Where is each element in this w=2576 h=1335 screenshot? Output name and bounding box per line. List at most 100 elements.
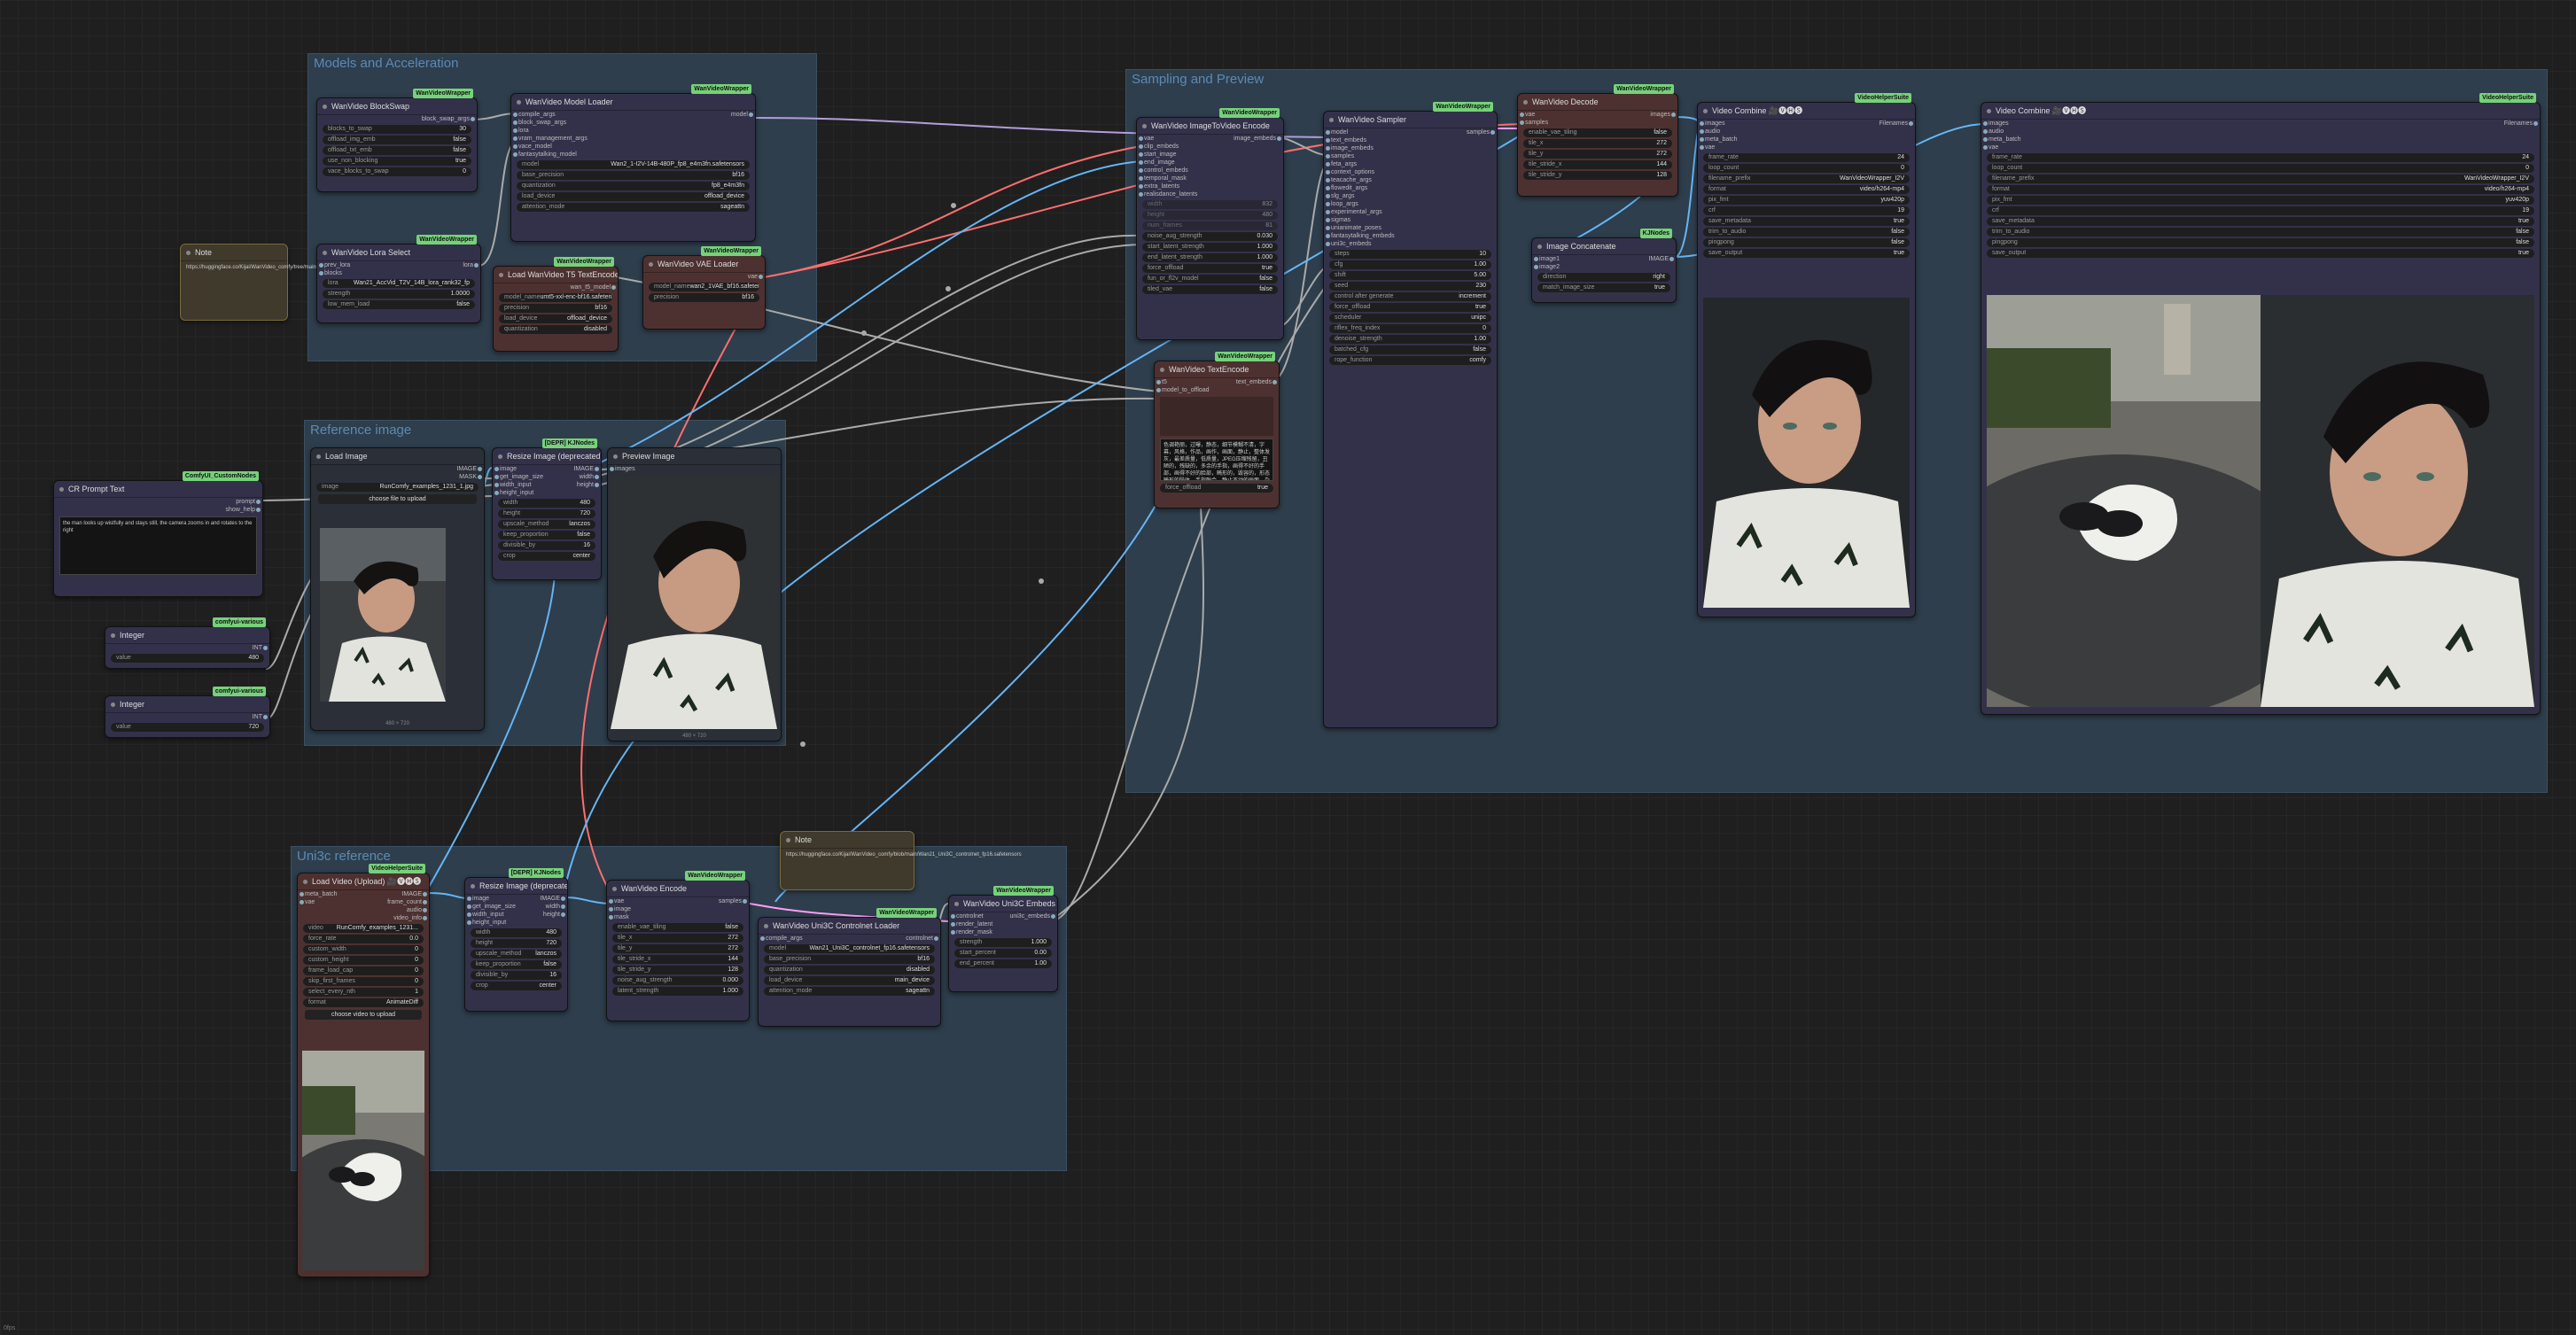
input-port[interactable]: control_embeds bbox=[1137, 167, 1204, 175]
input-port[interactable]: vae bbox=[1981, 144, 2028, 151]
widget[interactable]: attention_mode sageattn bbox=[517, 203, 750, 212]
output-port[interactable]: IMAGE bbox=[380, 890, 429, 898]
output-port[interactable]: IMAGE bbox=[311, 465, 484, 473]
widget[interactable]: tile_y 272 bbox=[1523, 150, 1672, 159]
widget[interactable]: crf 19 bbox=[1987, 206, 2534, 215]
output-port[interactable]: prompt bbox=[54, 498, 262, 506]
widget[interactable]: tile_stride_x 144 bbox=[1523, 160, 1672, 169]
output-port[interactable]: IMAGE bbox=[1641, 255, 1676, 263]
widget[interactable]: trim_to_audio false bbox=[1703, 228, 1910, 237]
output-port[interactable]: images bbox=[1643, 111, 1677, 119]
output-port[interactable]: MASK bbox=[311, 473, 484, 481]
node-model-loader[interactable]: WanVideoWrapper WanVideo Model Loader co… bbox=[510, 84, 756, 242]
input-port[interactable]: temporal_mask bbox=[1137, 175, 1204, 182]
widget[interactable]: frame_load_cap 0 bbox=[303, 966, 424, 975]
widget[interactable]: height 720 bbox=[471, 939, 562, 948]
widget[interactable]: rope_function comfy bbox=[1329, 356, 1491, 365]
widget[interactable]: start_percent 0.00 bbox=[954, 949, 1052, 958]
widget[interactable]: width 832 bbox=[1142, 200, 1278, 209]
widget[interactable]: quantization fp8_e4m3fn bbox=[517, 182, 750, 190]
node-title[interactable]: CR Prompt Text bbox=[54, 481, 262, 498]
input-port[interactable]: image bbox=[607, 905, 638, 913]
widget[interactable]: filename_prefix WanVideoWrapper_I2V bbox=[1703, 175, 1910, 183]
node-preview-image[interactable]: Preview Image images 480 × 720 bbox=[607, 447, 782, 741]
input-port[interactable]: images bbox=[608, 465, 781, 473]
output-port[interactable]: wan_t5_model bbox=[494, 283, 618, 291]
widget[interactable]: filename_prefix WanVideoWrapper_I2V bbox=[1987, 175, 2534, 183]
widget[interactable]: end_latent_strength 1.000 bbox=[1142, 253, 1278, 262]
output-port[interactable]: controlnet bbox=[899, 935, 940, 943]
input-port[interactable]: vram_management_args bbox=[511, 135, 595, 143]
node-resize-image[interactable]: [DEPR] KJNodes Resize Image (deprecated)… bbox=[492, 439, 602, 580]
widget[interactable]: batched_cfg false bbox=[1329, 345, 1491, 354]
widget[interactable]: save_metadata true bbox=[1703, 217, 1910, 226]
input-port[interactable]: height_input bbox=[493, 489, 550, 497]
widget[interactable]: lora Wan21_AccVid_T2V_14B_lora_rank32_fp bbox=[323, 279, 475, 288]
widget[interactable]: format AnimateDiff bbox=[303, 998, 424, 1007]
widget[interactable]: match_image_size true bbox=[1537, 283, 1670, 292]
widget[interactable]: frame_rate 24 bbox=[1987, 153, 2534, 162]
node-title[interactable]: WanVideo ImageToVideo Encode bbox=[1137, 118, 1283, 135]
widget[interactable]: model_namewan2_1VAE_bf16.safetensors bbox=[649, 283, 759, 291]
input-port[interactable]: render_latent bbox=[949, 920, 1000, 928]
output-port[interactable]: text_embeds bbox=[1229, 378, 1279, 386]
widget[interactable]: precision bf16 bbox=[649, 293, 759, 302]
node-title[interactable]: Integer bbox=[105, 696, 269, 713]
input-port[interactable]: image_embeds bbox=[1324, 144, 1402, 152]
output-port[interactable]: frame_count bbox=[380, 898, 429, 906]
input-port[interactable]: model_to_offload bbox=[1155, 386, 1217, 394]
input-port[interactable]: model bbox=[1324, 128, 1402, 136]
node-title[interactable]: Integer bbox=[105, 627, 269, 644]
node-prompt-text[interactable]: ComfyUI_CustomNodes CR Prompt Text promp… bbox=[53, 471, 263, 597]
node-blockswap[interactable]: WanVideoWrapper WanVideo BlockSwap block… bbox=[316, 89, 478, 192]
input-port[interactable]: fantasytalking_model bbox=[511, 151, 595, 159]
node-image-concatenate[interactable]: KJNodes Image Concatenate image1 image2 … bbox=[1531, 229, 1677, 303]
widget[interactable]: save_output true bbox=[1987, 249, 2534, 258]
widget[interactable]: custom_width 0 bbox=[303, 945, 424, 954]
input-port[interactable]: image bbox=[465, 895, 523, 903]
output-port[interactable]: height bbox=[533, 911, 567, 919]
widget[interactable]: low_mem_load false bbox=[323, 300, 475, 309]
widget[interactable]: vace_blocks_to_swap 0 bbox=[323, 167, 471, 176]
node-title[interactable]: Note bbox=[781, 832, 914, 849]
input-port[interactable]: meta_batch bbox=[1698, 136, 1745, 144]
input-port[interactable]: flowedit_args bbox=[1324, 184, 1402, 192]
widget[interactable]: precision bf16 bbox=[499, 304, 612, 313]
input-port[interactable]: realisdance_latents bbox=[1137, 190, 1204, 198]
widget[interactable]: tile_y 272 bbox=[612, 944, 743, 953]
input-port[interactable]: height_input bbox=[465, 919, 523, 927]
node-resize-image-2[interactable]: [DEPR] KJNodes Resize Image (deprecated)… bbox=[464, 868, 568, 1012]
widget[interactable]: model_name umt5-xxl-enc-bf16.safetens bbox=[499, 293, 612, 302]
input-port[interactable]: compile_args bbox=[759, 935, 810, 943]
node-decode[interactable]: WanVideoWrapper WanVideo Decode vae samp… bbox=[1517, 84, 1678, 197]
widget[interactable]: pingpong false bbox=[1987, 238, 2534, 247]
widget[interactable]: blocks_to_swap 30 bbox=[323, 125, 471, 134]
node-title[interactable]: WanVideo VAE Loader bbox=[643, 256, 765, 273]
widget[interactable]: upscale_method lanczos bbox=[498, 520, 595, 529]
widget[interactable]: noise_aug_strength 0.000 bbox=[612, 976, 743, 985]
input-port[interactable]: experimental_args bbox=[1324, 208, 1402, 216]
widget[interactable]: pix_fmt yuv420p bbox=[1987, 196, 2534, 205]
widget[interactable]: direction right bbox=[1537, 273, 1670, 282]
input-port[interactable]: block_swap_args bbox=[511, 119, 595, 127]
input-port[interactable]: text_embeds bbox=[1324, 136, 1402, 144]
input-port[interactable]: vace_model bbox=[511, 143, 595, 151]
widget[interactable]: end_percent 1.00 bbox=[954, 959, 1052, 968]
widget[interactable]: use_non_blocking true bbox=[323, 157, 471, 166]
widget[interactable]: force_offload true bbox=[1329, 303, 1491, 312]
input-port[interactable]: vae bbox=[1698, 144, 1745, 151]
output-port[interactable]: audio bbox=[380, 906, 429, 914]
output-port[interactable]: vae bbox=[643, 273, 765, 281]
widget[interactable]: format video/h264-mp4 bbox=[1987, 185, 2534, 194]
node-integer-height[interactable]: comfyui-various Integer INT value 720 bbox=[105, 687, 270, 738]
widget[interactable]: force_offload true bbox=[1142, 264, 1278, 273]
output-port[interactable]: INT bbox=[105, 644, 269, 652]
output-port[interactable]: show_help bbox=[54, 506, 262, 514]
widget[interactable]: riflex_freq_index 0 bbox=[1329, 324, 1491, 333]
input-port[interactable]: width_input bbox=[493, 481, 550, 489]
widget[interactable]: crop center bbox=[471, 982, 562, 990]
input-port[interactable]: meta_batch bbox=[1981, 136, 2028, 144]
widget[interactable]: force_offload true bbox=[1160, 484, 1273, 493]
widget[interactable]: divisible_by 16 bbox=[498, 541, 595, 550]
widget[interactable]: load_device main_device bbox=[764, 976, 935, 985]
